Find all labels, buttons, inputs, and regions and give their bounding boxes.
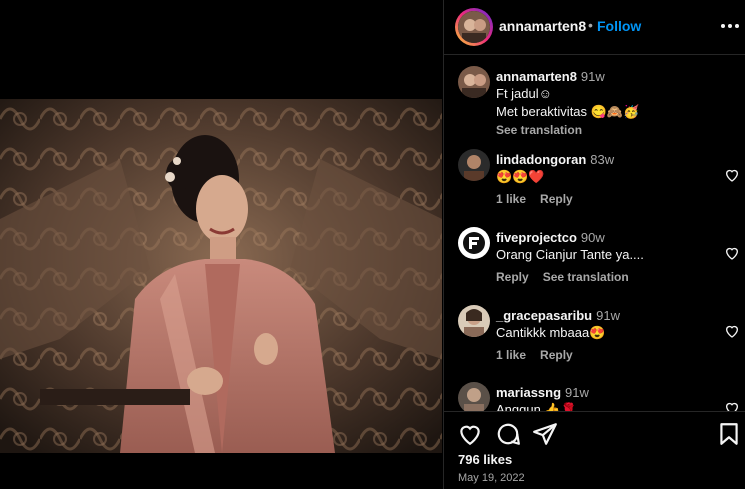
commenter-avatar[interactable] — [458, 382, 490, 411]
like-comment-icon[interactable] — [724, 245, 740, 261]
commenter-username[interactable]: _gracepasaribu — [496, 308, 592, 323]
commenter-avatar[interactable] — [458, 149, 490, 181]
see-translation-link[interactable]: See translation — [496, 123, 582, 137]
comment-time: 90w — [580, 230, 605, 245]
comment-text: Anggun 👍🌹 — [496, 402, 577, 411]
post-sidebar: annamarten8 • Follow annamarten8 91w Ft j… — [443, 0, 745, 489]
like-count[interactable]: 1 like — [496, 192, 526, 206]
comment-text: Ft jadul☺ — [496, 86, 552, 101]
post-photo[interactable] — [0, 99, 442, 453]
commenter-username[interactable]: lindadongoran — [496, 152, 586, 167]
commenter-avatar[interactable] — [458, 227, 490, 259]
heart-icon[interactable] — [457, 421, 483, 447]
reply-button[interactable]: Reply — [540, 348, 573, 362]
comment-item: mariassng 91w Anggun 👍🌹 — [444, 382, 745, 411]
commenter-username[interactable]: annamarten8 — [496, 69, 577, 84]
comment-item: _gracepasaribu 91w Cantikkk mbaaa😍 1 like… — [444, 305, 745, 363]
reply-button[interactable]: Reply — [540, 192, 573, 206]
comments-list[interactable]: annamarten8 91w Ft jadul☺ Met beraktivita… — [444, 56, 745, 411]
post-header: annamarten8 • Follow — [444, 0, 745, 55]
post-date[interactable]: May 19, 2022 — [458, 472, 525, 484]
commenter-avatar[interactable] — [458, 305, 490, 337]
comment-text: 😍😍❤️ — [496, 169, 545, 184]
like-comment-icon[interactable] — [724, 323, 740, 339]
like-count[interactable]: 1 like — [496, 348, 526, 362]
comment-time: 91w — [596, 308, 620, 323]
follow-button[interactable]: Follow — [597, 18, 641, 34]
bookmark-icon[interactable] — [716, 421, 742, 447]
comment-time: 91w — [580, 69, 605, 84]
comment-item: lindadongoran 83w 😍😍❤️ 1 like Reply — [444, 149, 745, 207]
comment-time: 91w — [565, 385, 589, 400]
comment-text: Orang Cianjur Tante ya.... — [496, 247, 644, 262]
comment-text: Met beraktivitas 😋🙈🥳 — [496, 104, 640, 119]
likes-count[interactable]: 796 likes — [458, 452, 512, 467]
comment-item: fiveprojectco 90w Orang Cianjur Tante ya.… — [444, 227, 745, 285]
post-actions: 796 likes May 19, 2022 — [444, 411, 745, 489]
post-media-pane — [0, 0, 442, 489]
comment-time: 83w — [590, 152, 615, 167]
commenter-avatar[interactable] — [458, 66, 490, 98]
commenter-username[interactable]: fiveprojectco — [496, 230, 577, 245]
like-comment-icon[interactable] — [724, 400, 740, 411]
author-username[interactable]: annamarten8 — [499, 18, 586, 34]
comment-text: Cantikkk mbaaa😍 — [496, 325, 606, 340]
comment-icon[interactable] — [495, 421, 521, 447]
see-translation-link[interactable]: See translation — [543, 270, 629, 284]
commenter-username[interactable]: mariassng — [496, 385, 561, 400]
caption-comment: annamarten8 91w Ft jadul☺ Met beraktivita… — [444, 66, 745, 137]
reply-button[interactable]: Reply — [496, 270, 529, 284]
more-options-icon[interactable] — [718, 14, 742, 38]
share-icon[interactable] — [532, 421, 558, 447]
like-comment-icon[interactable] — [724, 167, 740, 183]
separator-dot: • — [588, 17, 593, 33]
author-avatar[interactable] — [455, 8, 493, 46]
